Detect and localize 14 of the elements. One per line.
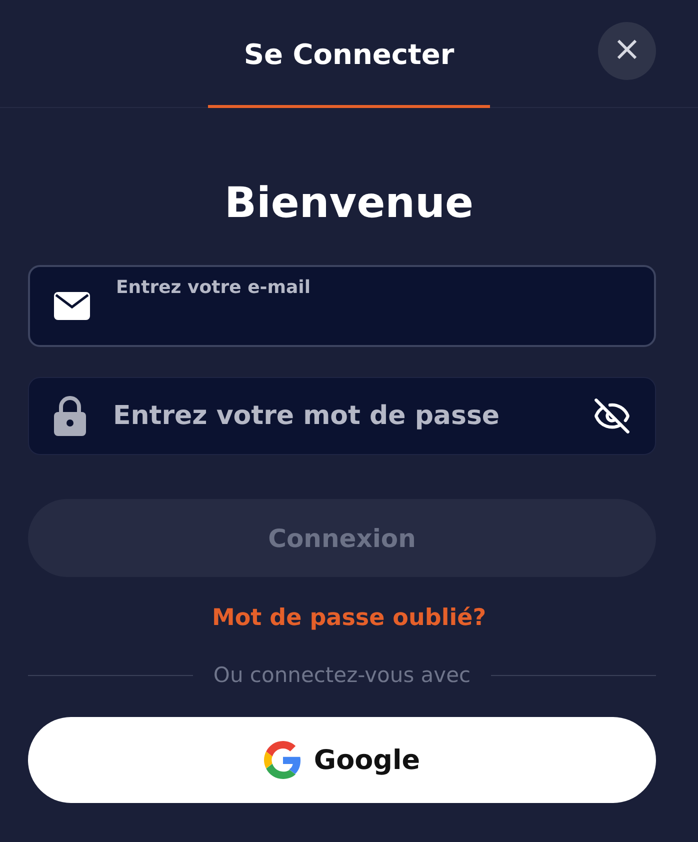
envelope-icon xyxy=(54,292,90,320)
forgot-password-link[interactable]: Mot de passe oublié? xyxy=(198,605,486,631)
google-logo-icon xyxy=(264,741,302,779)
login-tab[interactable]: Se Connecter xyxy=(208,0,490,108)
divider-text: Ou connectez-vous avec xyxy=(213,663,471,687)
lock-icon xyxy=(53,396,87,436)
email-field[interactable]: Entrez votre e-mail xyxy=(28,265,656,347)
close-button[interactable]: × xyxy=(598,22,656,80)
google-button[interactable]: Google xyxy=(28,717,656,803)
eye-off-icon[interactable] xyxy=(593,397,631,435)
password-field[interactable]: Entrez votre mot de passe xyxy=(28,377,656,455)
welcome-heading: Bienvenue xyxy=(224,178,474,227)
field-label: Entrez votre e-mail xyxy=(116,277,311,298)
field-placeholder: Entrez votre mot de passe xyxy=(113,401,501,431)
